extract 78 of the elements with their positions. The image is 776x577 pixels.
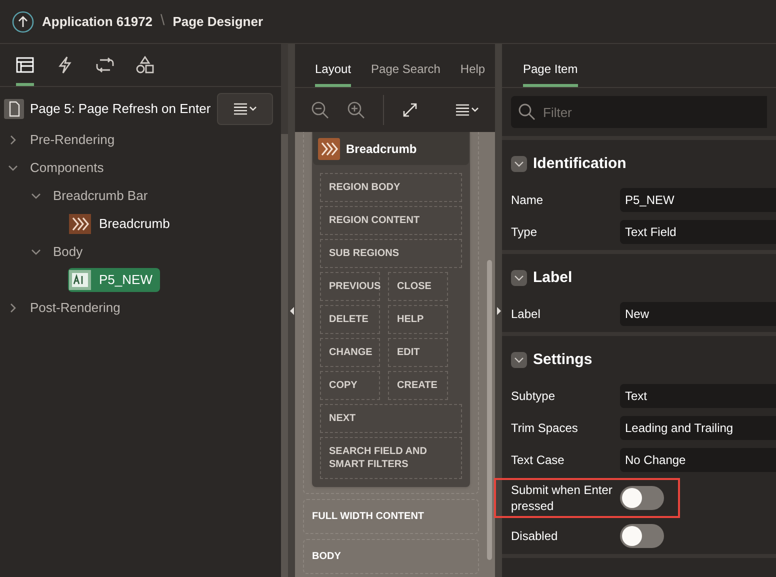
tree-node[interactable]: Components <box>30 158 104 178</box>
property-value[interactable]: P5_NEW <box>620 188 776 212</box>
tree-item[interactable]: P5_NEW <box>68 268 160 292</box>
text-field-icon <box>69 270 91 290</box>
drop-zone[interactable]: DELETE <box>320 305 380 334</box>
property-label: Disabled <box>511 528 559 544</box>
section-title: Identification <box>533 154 626 174</box>
scrollbar-thumb[interactable] <box>487 260 492 560</box>
scrollbar-thumb[interactable] <box>281 134 288 577</box>
toggle-switch[interactable] <box>620 524 664 548</box>
section-title: Settings <box>533 350 592 370</box>
property-value[interactable]: New <box>620 302 776 326</box>
drop-zone[interactable]: FULL WIDTH CONTENT <box>303 499 479 534</box>
expand-icon[interactable] <box>402 102 418 118</box>
zoom-out-icon[interactable] <box>311 101 329 119</box>
menu-button[interactable] <box>217 93 273 125</box>
tree-node[interactable]: Body <box>53 242 83 262</box>
region-card[interactable]: Breadcrumb REGION BODY REGION CONTENT SUB REGIONS PREVIOUS CLOSE DELETE HELP CHANGE EDIT COPY CREATE NEXT SEARCH FIELD AND SMART FILTERS <box>312 132 470 487</box>
property-value[interactable]: Text <box>620 384 776 408</box>
tree-node[interactable]: Pre-Rendering <box>30 130 115 150</box>
collapse-icon[interactable] <box>8 163 18 173</box>
property-value[interactable]: Leading and Trailing <box>620 416 776 440</box>
page-name: Page 5: Page Refresh on Enter <box>30 100 211 118</box>
tab[interactable]: Help <box>460 53 486 87</box>
chevron-icon <box>514 161 524 167</box>
menu-icon <box>455 104 479 116</box>
layout-icon <box>16 56 34 72</box>
toggle-switch[interactable] <box>620 486 664 510</box>
filter-field[interactable]: Filter <box>511 96 767 128</box>
breadcrumb-separator: \ <box>160 11 165 32</box>
menu-icon <box>233 103 257 115</box>
shapes-icon <box>136 56 154 74</box>
collapse-toggle[interactable] <box>511 352 527 368</box>
drop-zone[interactable]: HELP <box>388 305 448 334</box>
drop-zone[interactable]: CLOSE <box>388 272 448 301</box>
refresh-icon <box>96 56 114 72</box>
property-value[interactable]: Text Field <box>620 220 776 244</box>
property-label: Trim Spaces <box>511 420 579 436</box>
chevron-icon <box>514 357 524 363</box>
menu-button[interactable] <box>455 104 479 116</box>
tab[interactable]: Page Search <box>371 53 440 87</box>
drop-zone[interactable]: EDIT <box>388 338 448 367</box>
collapse-toggle[interactable] <box>511 270 527 286</box>
region-title: Breadcrumb <box>346 140 417 158</box>
search-icon <box>518 103 536 121</box>
tree-item[interactable]: Breadcrumb <box>68 212 178 236</box>
tree-node[interactable]: Post-Rendering <box>30 298 120 318</box>
document-icon <box>4 99 24 119</box>
drop-zone[interactable]: PREVIOUS <box>320 272 380 301</box>
app-link[interactable]: Application 61972 <box>42 12 153 32</box>
drop-zone[interactable]: COPY <box>320 371 380 400</box>
zoom-in-icon[interactable] <box>347 101 365 119</box>
drop-zone[interactable]: CREATE <box>388 371 448 400</box>
collapse-icon[interactable] <box>31 247 41 257</box>
section-title: Label <box>533 268 572 288</box>
property-label: Type <box>511 224 538 240</box>
drop-zone[interactable]: SUB REGIONS <box>320 239 462 268</box>
collapse-icon[interactable] <box>31 191 41 201</box>
property-value[interactable]: No Change <box>620 448 776 472</box>
property-label: Submit when Enter pressed <box>511 482 614 514</box>
drop-zone[interactable]: SEARCH FIELD AND SMART FILTERS <box>320 437 462 479</box>
property-label: Subtype <box>511 388 556 404</box>
property-label: Name <box>511 192 544 208</box>
property-label: Text Case <box>511 452 566 468</box>
chevrons-icon <box>69 214 91 234</box>
tab[interactable]: Page Item <box>523 53 578 87</box>
chevrons-icon <box>318 138 340 160</box>
drop-zone[interactable]: REGION BODY <box>320 173 462 202</box>
property-label: Label <box>511 306 542 322</box>
tree-node[interactable]: Breadcrumb Bar <box>53 186 148 206</box>
collapse-toggle[interactable] <box>511 156 527 172</box>
page-title: Page Designer <box>172 12 264 31</box>
drop-zone[interactable]: BODY <box>303 539 479 574</box>
lightning-icon <box>58 56 72 74</box>
drop-zone[interactable]: REGION CONTENT <box>320 206 462 235</box>
drop-zone[interactable]: CHANGE <box>320 338 380 367</box>
chevron-icon <box>514 275 524 281</box>
drop-zone[interactable]: NEXT <box>320 404 462 433</box>
